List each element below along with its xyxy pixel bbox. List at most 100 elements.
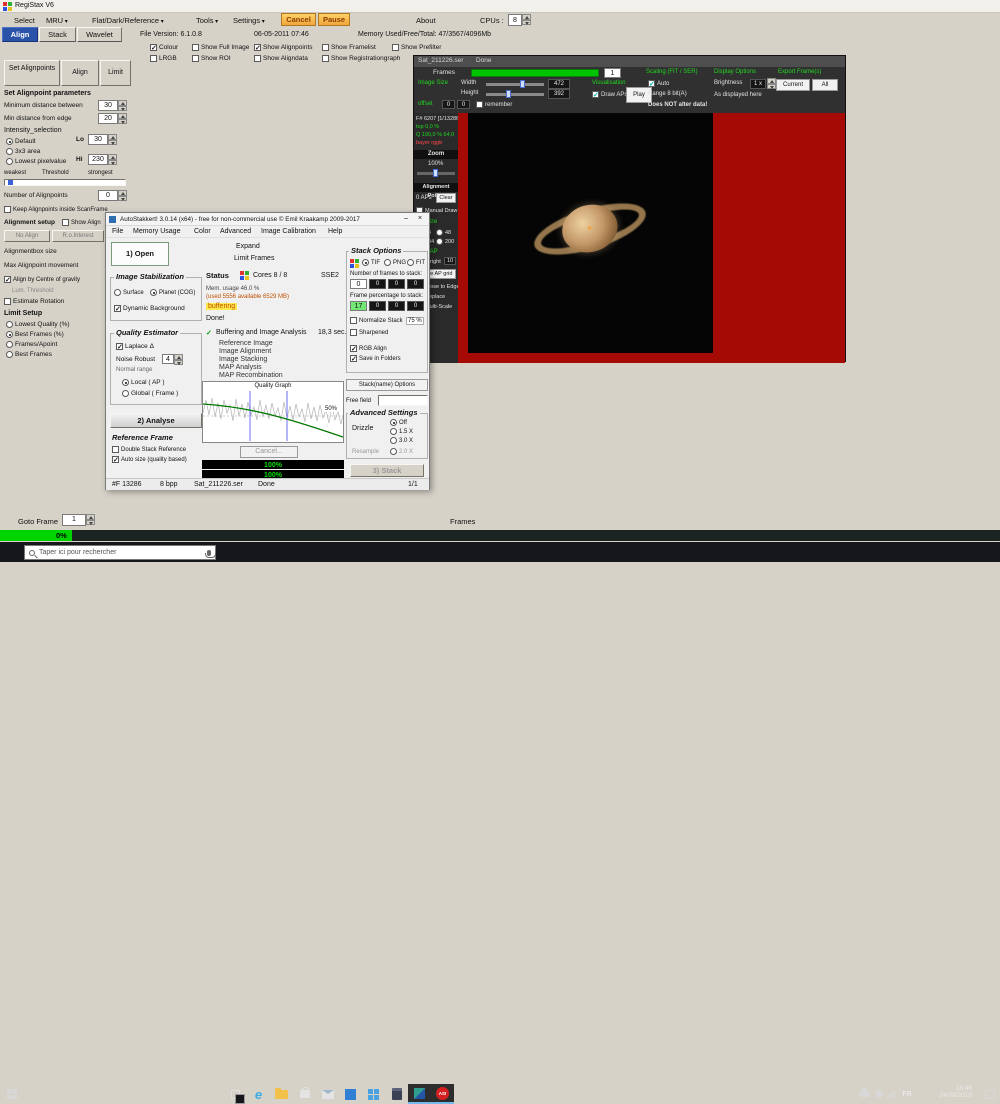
dynamic-background-checkbox[interactable]	[114, 305, 121, 312]
centre-gravity-checkbox[interactable]	[4, 276, 11, 283]
hi-value[interactable]: 230	[88, 154, 108, 165]
double-stack-checkbox[interactable]	[112, 446, 119, 453]
viewer-titlebar[interactable]: Sat_211226.ser Done	[414, 56, 845, 67]
show-framelist-checkbox[interactable]	[322, 44, 329, 51]
ap-size-48-radio[interactable]	[436, 229, 443, 236]
analyse-button[interactable]: 2) Analyse	[110, 413, 202, 428]
file-explorer-button[interactable]	[270, 1084, 293, 1104]
tab-stack[interactable]: Stack	[39, 27, 76, 42]
show-prefilter-checkbox[interactable]	[392, 44, 399, 51]
global-frame-radio[interactable]	[122, 390, 129, 397]
viewer-width-slider[interactable]	[486, 83, 544, 86]
min-distance-stepper[interactable]	[118, 100, 127, 111]
goto-frame-stepper[interactable]	[86, 514, 95, 525]
lrgb-checkbox[interactable]	[150, 55, 157, 62]
expand-label[interactable]: Expand	[236, 243, 260, 250]
menu-settings[interactable]: Settings	[233, 16, 265, 25]
estimate-rotation-checkbox[interactable]	[4, 298, 11, 305]
rgb-align-checkbox[interactable]	[350, 345, 357, 352]
min-edge-value[interactable]: 20	[98, 113, 118, 124]
notifications-button[interactable]	[980, 1084, 1000, 1104]
language-indicator[interactable]: FR	[898, 1084, 916, 1104]
as3-cancel-button[interactable]: Cancel...	[240, 446, 298, 458]
intensity-default-radio[interactable]	[6, 138, 13, 145]
num-alignpoints-stepper[interactable]	[118, 190, 127, 201]
stackname-options-button[interactable]: Stack(name) Options	[346, 379, 428, 391]
cpus-stepper[interactable]	[522, 14, 531, 25]
asi-capture-button[interactable]: ASI	[431, 1084, 454, 1104]
viewer-height-slider[interactable]	[486, 93, 544, 96]
set-alignpoints-button[interactable]: Set Alignpoints	[4, 60, 60, 86]
drizzle-30x-radio[interactable]	[390, 437, 397, 444]
lo-value[interactable]: 30	[88, 134, 108, 145]
show-alignpoints-checkbox[interactable]	[254, 44, 261, 51]
planet-cog-radio[interactable]	[150, 289, 157, 296]
as3-menu-advanced[interactable]: Advanced	[220, 228, 251, 235]
resample-radio[interactable]	[390, 448, 397, 455]
goto-frame-value[interactable]: 1	[62, 514, 86, 526]
imaging-app-button[interactable]	[408, 1084, 431, 1104]
show-registrationgraph-checkbox[interactable]	[322, 55, 329, 62]
stack-button[interactable]: 3) Stack	[350, 464, 424, 477]
png-radio[interactable]	[384, 259, 391, 266]
no-align-button[interactable]: No Align	[4, 230, 50, 242]
photos-button[interactable]	[339, 1084, 362, 1104]
as3-menu-image-calibration[interactable]: Image Calibration	[261, 228, 316, 235]
frame-canvas[interactable]: +	[468, 113, 713, 353]
sharpened-checkbox[interactable]	[350, 329, 357, 336]
cpus-value[interactable]: 8	[508, 14, 522, 26]
menu-tools[interactable]: Tools	[196, 16, 218, 25]
pause-button[interactable]: Pause	[318, 13, 350, 26]
pct-to-stack-2[interactable]: 0	[369, 301, 386, 311]
free-field-input[interactable]	[378, 395, 428, 406]
min-distance-value[interactable]: 30	[98, 100, 118, 111]
menu-select[interactable]: Select	[14, 16, 35, 25]
as3-menu-color[interactable]: Color	[194, 228, 211, 235]
lo-stepper[interactable]	[108, 134, 117, 145]
auto-size-checkbox[interactable]	[112, 456, 119, 463]
viewer-brightness-stepper[interactable]	[767, 78, 776, 89]
normalize-pct-value[interactable]: 75 %	[406, 317, 424, 325]
limit-frames-label[interactable]: Limit Frames	[234, 255, 274, 262]
show-align-checkbox[interactable]	[62, 219, 69, 226]
intensity-3x3-radio[interactable]	[6, 148, 13, 155]
as3-menu-memory-usage[interactable]: Memory Usage	[133, 228, 180, 235]
start-button[interactable]	[0, 1084, 23, 1104]
tif-radio[interactable]	[362, 259, 369, 266]
viewer-height-slider-thumb[interactable]	[506, 90, 511, 98]
zoom-slider-thumb[interactable]	[433, 169, 438, 177]
drizzle-15x-radio[interactable]	[390, 428, 397, 435]
show-full-image-checkbox[interactable]	[192, 44, 199, 51]
best-frames-radio[interactable]	[6, 351, 13, 358]
noise-robust-stepper[interactable]	[174, 354, 183, 365]
drizzle-off-radio[interactable]	[390, 419, 397, 426]
as3-titlebar[interactable]: AutoStakkert! 3.0.14 (x64) - free for no…	[106, 213, 429, 226]
export-current-button[interactable]: Current	[776, 79, 810, 91]
clock[interactable]: 18:46 24/08/2018	[922, 1085, 972, 1103]
viewer-frames-value[interactable]: 1	[604, 68, 621, 78]
viewer-width-value[interactable]: 472	[548, 79, 570, 89]
surface-radio[interactable]	[114, 289, 121, 296]
export-all-button[interactable]: All	[812, 79, 838, 91]
open-button[interactable]: 1) Open	[111, 242, 169, 266]
local-ap-radio[interactable]	[122, 379, 129, 386]
save-in-folders-checkbox[interactable]	[350, 355, 357, 362]
edge-button[interactable]: e	[247, 1084, 270, 1104]
draw-aps-checkbox[interactable]	[592, 91, 599, 98]
show-aligndata-checkbox[interactable]	[254, 55, 261, 62]
align-button[interactable]: Align	[61, 60, 99, 86]
frames-apoint-radio[interactable]	[6, 341, 13, 348]
hi-stepper[interactable]	[108, 154, 117, 165]
app-grid-button[interactable]	[362, 1084, 385, 1104]
as3-close-button[interactable]: ×	[418, 215, 422, 222]
tab-align[interactable]: Align	[2, 27, 38, 42]
tab-wavelet[interactable]: Wavelet	[77, 27, 122, 42]
threshold-slider[interactable]	[4, 179, 126, 186]
zoom-slider[interactable]	[417, 172, 455, 175]
clear-aps-button[interactable]: Clear	[436, 193, 456, 203]
min-edge-stepper[interactable]	[118, 113, 127, 124]
pct-to-stack-4[interactable]: 0	[407, 301, 424, 311]
viewer-width-slider-thumb[interactable]	[520, 80, 525, 88]
viewer-brightness-value[interactable]: 1 x	[750, 79, 766, 89]
remember-checkbox[interactable]	[476, 101, 483, 108]
